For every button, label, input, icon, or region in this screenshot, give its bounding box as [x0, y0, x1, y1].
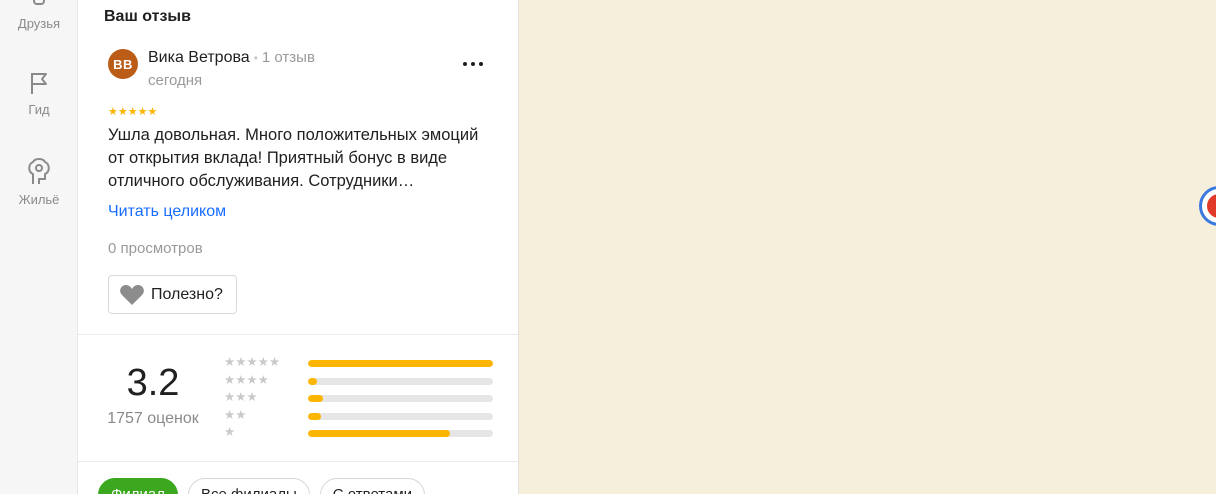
rating-bar-stars: ★★★★	[224, 372, 269, 387]
rating-distribution: ★★★★★ ★★★★ ★★★ ★★ ★	[224, 354, 494, 442]
map-marker-icon	[1207, 194, 1216, 218]
review-text: Ушла довольная. Много положительных эмоц…	[108, 126, 479, 190]
ratings-count: 1757 оценок	[107, 410, 199, 427]
filter-chips: Филиал Все филиалы С ответами	[98, 478, 426, 494]
rating-bar-fill	[308, 360, 493, 367]
divider	[78, 334, 518, 335]
chip-branch[interactable]: Филиал	[98, 478, 179, 494]
useful-button[interactable]: Полезно?	[108, 275, 237, 314]
more-dot-icon	[479, 62, 483, 66]
map-marker[interactable]	[1199, 186, 1216, 226]
rating-bar-track	[308, 377, 493, 385]
rating-bar-track	[308, 360, 493, 367]
views-count: 0 просмотров	[108, 240, 203, 257]
rating-bar-track	[308, 430, 493, 437]
friends-icon	[33, 0, 45, 5]
rail-item-housing[interactable]: Жильё	[0, 156, 78, 207]
more-options-button[interactable]	[458, 54, 488, 74]
review-date: сегодня	[148, 72, 203, 89]
rating-bar-fill	[308, 412, 321, 420]
rating-bar-stars: ★★	[224, 407, 247, 422]
author-name[interactable]: Вика Ветрова	[148, 49, 250, 66]
chip-all-branches[interactable]: Все филиалы	[188, 478, 310, 494]
rating-bar-row[interactable]: ★★	[224, 407, 494, 425]
rating-bar-row[interactable]: ★★★	[224, 389, 494, 407]
divider	[78, 461, 518, 462]
rail-item-guide[interactable]: Гид	[0, 70, 78, 117]
rating-bar-stars: ★★★★★	[224, 355, 281, 369]
housing-icon	[28, 158, 50, 184]
more-dot-icon	[463, 62, 467, 66]
rating-bar-fill	[308, 430, 451, 437]
author-line: Вика Ветрова • 1 отзыв	[148, 49, 315, 67]
flag-icon	[31, 73, 47, 94]
rating-bar-fill	[308, 395, 323, 402]
rail-label-guide: Гид	[28, 102, 50, 117]
map-canvas[interactable]	[519, 0, 1216, 494]
rating-bar-fill	[308, 377, 318, 385]
avatar[interactable]: ВВ	[108, 49, 138, 79]
review-panel: Ваш отзыв ВВ Вика Ветрова • 1 отзыв сегодн…	[78, 0, 519, 494]
read-more-link[interactable]: Читать целиком	[108, 203, 226, 221]
rail-label-friends: Друзья	[17, 16, 61, 31]
separator-dot: •	[253, 51, 258, 65]
left-rail: Друзья Гид Жильё	[0, 0, 78, 494]
average-rating: 3.2	[126, 362, 180, 404]
chip-with-replies[interactable]: С ответами	[319, 478, 426, 494]
author-review-count: 1 отзыв	[261, 49, 315, 66]
rail-label-housing: Жильё	[18, 192, 60, 207]
rating-bar-row[interactable]: ★★★★	[224, 372, 494, 390]
rating-bar-stars: ★	[224, 425, 236, 439]
useful-label: Полезно?	[151, 285, 223, 303]
review-stars: ★★★★★	[108, 106, 158, 118]
rail-item-friends[interactable]: Друзья	[0, 0, 78, 31]
heart-icon	[120, 284, 144, 305]
rating-bar-row[interactable]: ★	[224, 424, 494, 442]
rating-bar-track	[308, 412, 493, 420]
rating-bar-row[interactable]: ★★★★★	[224, 354, 494, 372]
more-dot-icon	[471, 62, 475, 66]
section-title: Ваш отзыв	[104, 8, 191, 25]
rating-bar-stars: ★★★	[224, 390, 258, 404]
rating-bar-track	[308, 395, 493, 402]
